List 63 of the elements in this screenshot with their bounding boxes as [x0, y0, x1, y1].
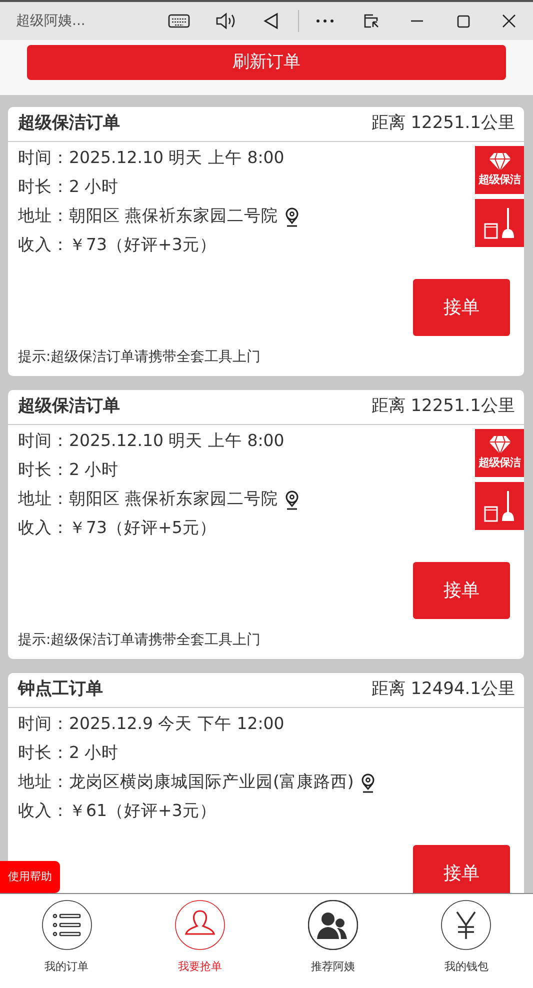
hint-text: 提示:超级保洁订单请携带全套工具上门 [17, 631, 262, 650]
super-clean-badge: 超级保洁 [475, 429, 524, 477]
field-label: 地址： [18, 771, 69, 794]
field-value: 2 小时 [69, 742, 119, 764]
snap-icon[interactable] [363, 13, 379, 29]
field-value: ￥73（好评+3元） [69, 234, 216, 256]
field-value: 2 小时 [69, 176, 119, 198]
accept-button[interactable]: 接单 [413, 845, 510, 893]
maximize-icon[interactable] [456, 14, 470, 28]
tab[interactable]: 我的钱包 [400, 894, 533, 988]
distance-text: 距离 12251.1公里 [371, 112, 515, 136]
speaker-icon[interactable] [215, 12, 235, 30]
tab[interactable]: 我的订单 [0, 894, 134, 988]
people-icon [308, 900, 358, 950]
refresh-button[interactable]: 刷新订单 [27, 45, 506, 80]
field-label: 地址： [18, 205, 69, 228]
diamond-icon [488, 152, 512, 172]
field-label: 收入： [18, 800, 69, 822]
tab[interactable]: 我要抢单 [133, 894, 266, 988]
distance-text: 距离 12494.1公里 [371, 678, 515, 702]
field-value: 朝阳区 燕保祈东家园二号院 [69, 205, 278, 228]
order-title: 超级保洁订单 [18, 112, 120, 136]
field-value: 2025.12.10 明天 上午 8:00 [69, 430, 284, 452]
person-icon [174, 900, 225, 950]
field-label: 时长： [18, 459, 69, 482]
field-value: ￥73（好评+5元） [69, 517, 216, 540]
field-value: 2025.12.9 今天 下午 12:00 [69, 713, 284, 736]
list-icon [42, 900, 92, 950]
map-pin-icon[interactable] [284, 206, 300, 226]
map-pin-icon[interactable] [360, 772, 376, 792]
hint-text: 提示:超级保洁订单请携带全套工具上门 [17, 348, 262, 367]
field-label: 时长： [18, 742, 69, 764]
accept-button[interactable]: 接单 [413, 279, 510, 336]
bucket-broom-icon [484, 208, 514, 239]
field-label: 时长： [18, 176, 69, 198]
distance-text: 距离 12251.1公里 [371, 395, 515, 418]
accept-button[interactable]: 接单 [413, 562, 510, 619]
field-value: 2 小时 [69, 459, 119, 482]
order-title: 超级保洁订单 [18, 395, 120, 418]
back-icon[interactable] [263, 12, 279, 30]
map-pin-icon[interactable] [284, 490, 300, 510]
yen-icon [441, 900, 492, 950]
close-icon[interactable] [502, 14, 516, 28]
diamond-icon [488, 434, 512, 455]
bucket-broom-icon [484, 491, 514, 522]
field-value: ￥61（好评+3元） [69, 800, 216, 822]
more-icon[interactable] [315, 18, 335, 24]
minimize-icon[interactable] [410, 20, 424, 22]
field-value: 龙岗区横岗康城国际产业园(富康路西) [69, 771, 354, 794]
order-title: 钟点工订单 [18, 678, 103, 702]
field-label: 收入： [18, 517, 69, 540]
super-clean-badge: 超级保洁 [475, 146, 524, 194]
keyboard-icon[interactable] [168, 13, 190, 29]
help-button[interactable]: 使用帮助 [0, 861, 60, 893]
field-label: 地址： [18, 488, 69, 510]
tab[interactable]: 推荐阿姨 [266, 894, 400, 988]
field-label: 时间： [18, 713, 69, 736]
field-label: 时间： [18, 147, 69, 170]
window-title: 超级阿姨... [16, 12, 86, 30]
field-value: 朝阳区 燕保祈东家园二号院 [69, 488, 278, 510]
field-value: 2025.12.10 明天 上午 8:00 [69, 147, 284, 170]
field-label: 收入： [18, 234, 69, 256]
field-label: 时间： [18, 430, 69, 452]
